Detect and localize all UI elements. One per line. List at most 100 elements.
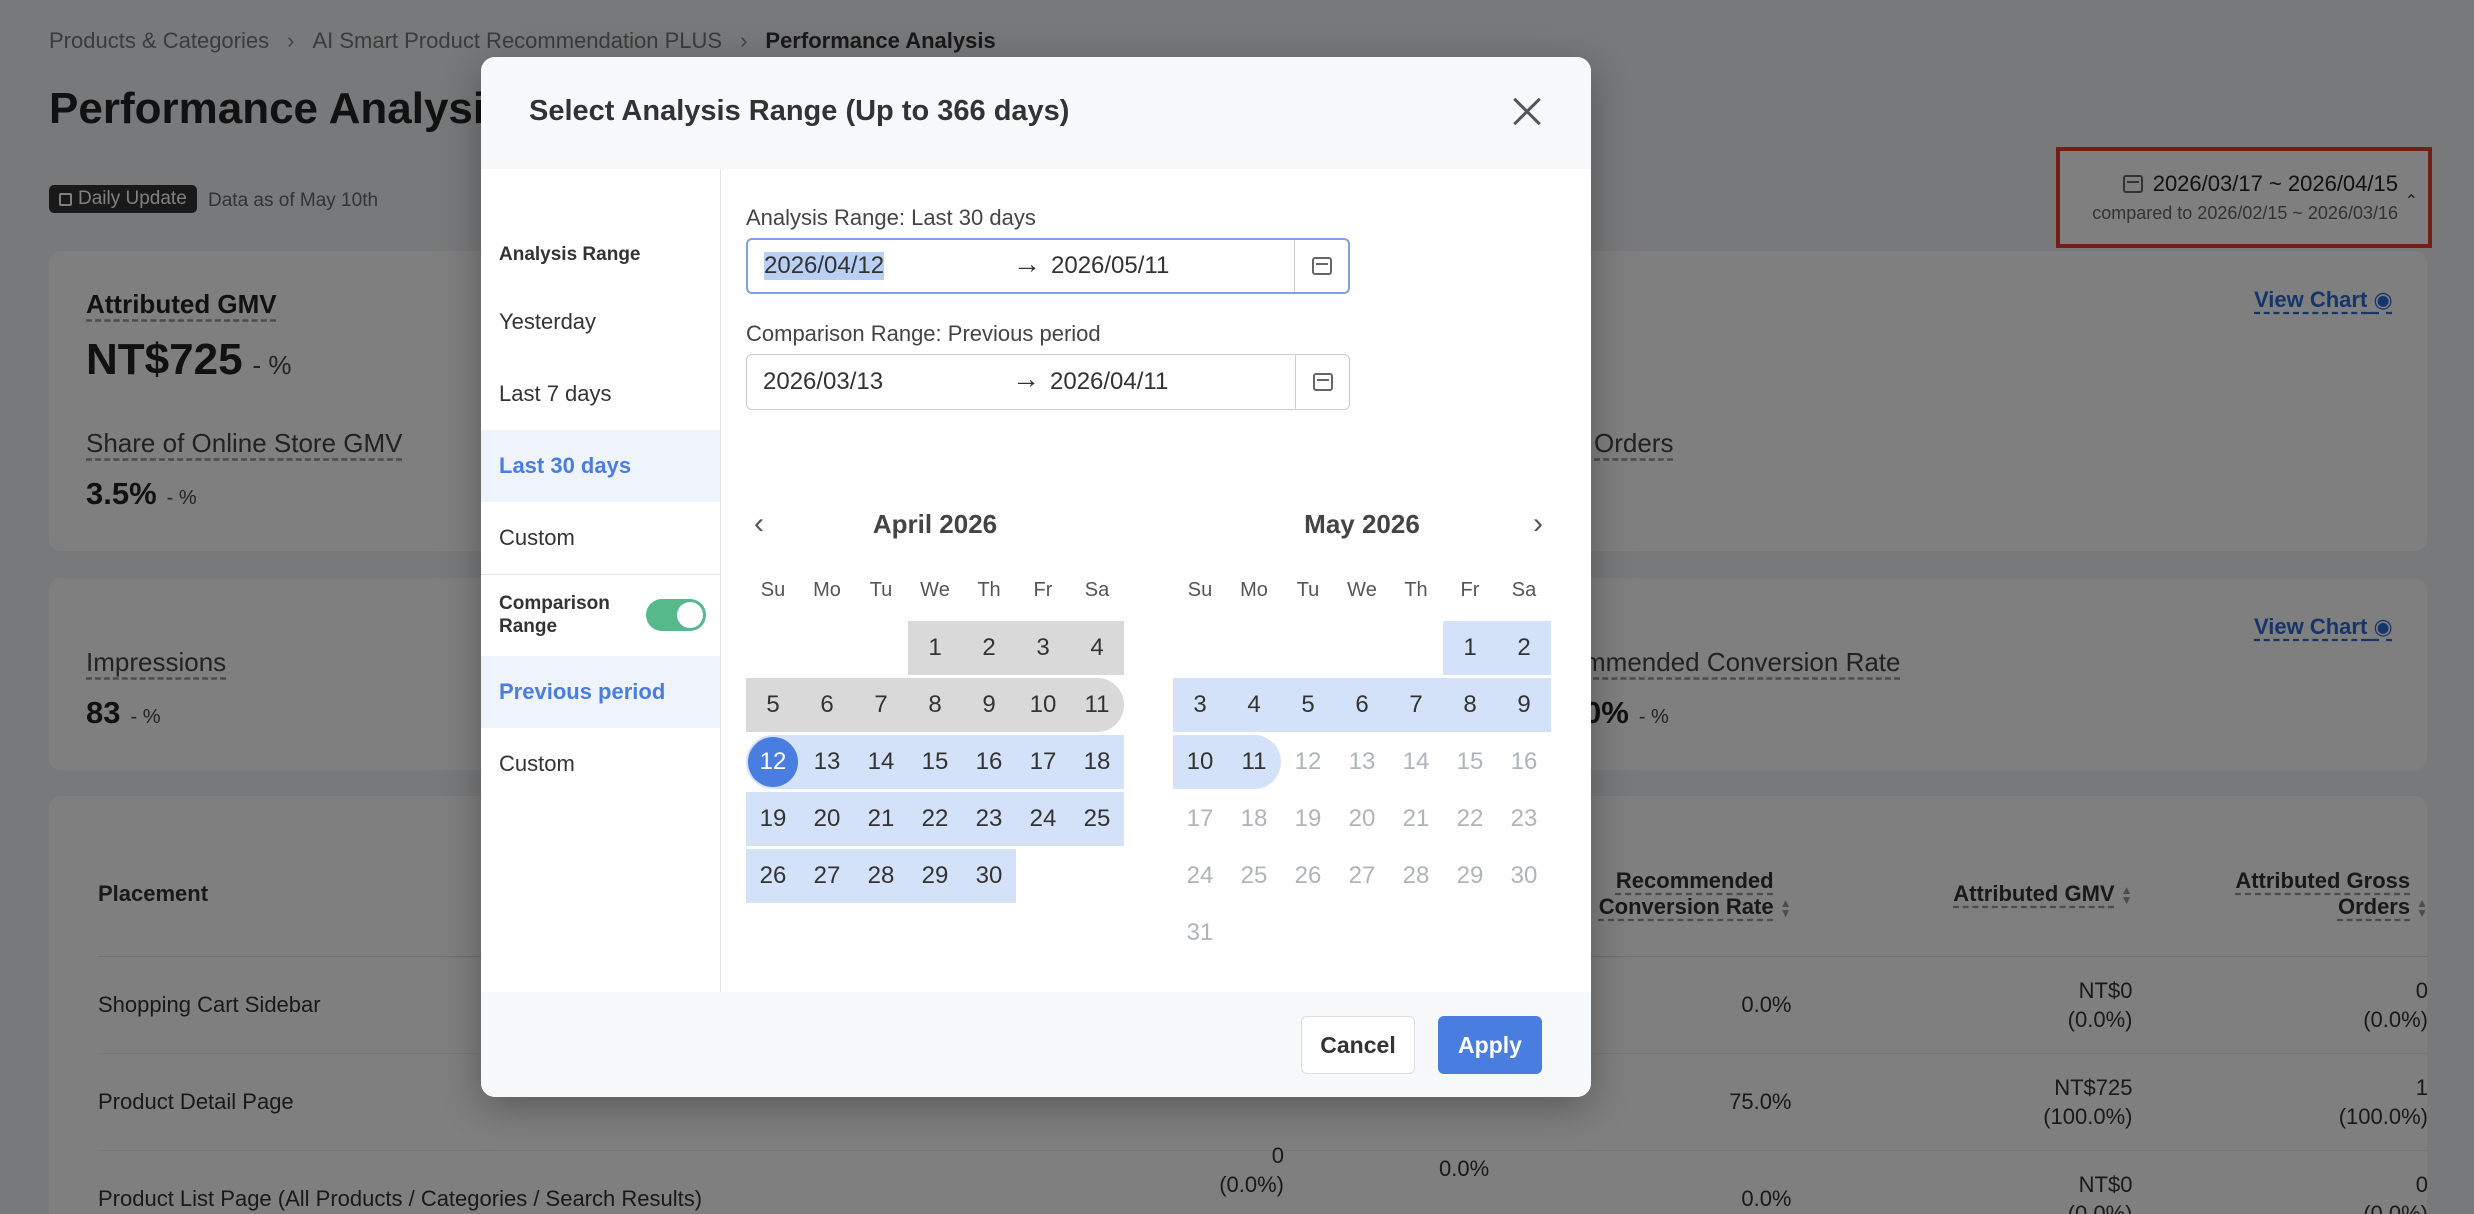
close-icon[interactable] — [1509, 93, 1545, 129]
calendar-day[interactable]: 19 — [1281, 792, 1335, 846]
preset-custom[interactable]: Custom — [481, 502, 720, 574]
calendar-day[interactable]: 1 — [1443, 621, 1497, 675]
calendar-day[interactable]: 24 — [1173, 849, 1227, 903]
calendar-day[interactable]: 25 — [1070, 792, 1124, 846]
analysis-range-heading: Analysis Range — [499, 244, 641, 265]
calendar-day[interactable]: 3 — [1173, 678, 1227, 732]
calendar-day[interactable]: 21 — [1389, 792, 1443, 846]
calendar-day[interactable]: 20 — [1335, 792, 1389, 846]
calendar-day[interactable]: 14 — [1389, 735, 1443, 789]
calendar-day-label: 30 — [1510, 862, 1538, 889]
calendar-day[interactable]: 8 — [1443, 678, 1497, 732]
calendar-day[interactable]: 22 — [908, 792, 962, 846]
calendar-day[interactable]: 27 — [800, 849, 854, 903]
calendar-day-label: 3 — [1193, 691, 1207, 718]
calendar-day[interactable]: 13 — [800, 735, 854, 789]
calendar-day-label: 16 — [975, 748, 1003, 775]
calendar-day[interactable]: 1 — [908, 621, 962, 675]
calendar-day[interactable]: 2 — [1497, 621, 1551, 675]
calendar-day[interactable]: 17 — [1173, 792, 1227, 846]
weekday-label: Th — [1404, 579, 1428, 601]
calendar-day[interactable]: 8 — [908, 678, 962, 732]
calendar-day[interactable]: 6 — [1335, 678, 1389, 732]
calendar-day-label: 31 — [1186, 919, 1214, 946]
calendar-day[interactable]: 4 — [1070, 621, 1124, 675]
calendar-day[interactable]: 29 — [1443, 849, 1497, 903]
calendar-day[interactable]: 20 — [800, 792, 854, 846]
calendar-day[interactable]: 16 — [1497, 735, 1551, 789]
calendar-day[interactable]: 7 — [854, 678, 908, 732]
comparison-range-input[interactable]: 2026/03/13 → 2026/04/11 — [746, 354, 1350, 410]
calendar-day[interactable]: 21 — [854, 792, 908, 846]
analysis-end-date[interactable]: 2026/05/11 — [1051, 252, 1169, 280]
calendar-day[interactable]: 14 — [854, 735, 908, 789]
calendar-day[interactable]: 16 — [962, 735, 1016, 789]
comparison-toggle[interactable] — [646, 599, 706, 631]
calendar-day[interactable]: 10 — [1016, 678, 1070, 732]
calendar-day[interactable]: 19 — [746, 792, 800, 846]
calendar-day[interactable]: 23 — [962, 792, 1016, 846]
calendar-day[interactable]: 27 — [1335, 849, 1389, 903]
calendar-day[interactable]: 7 — [1389, 678, 1443, 732]
calendar-day[interactable]: 2 — [962, 621, 1016, 675]
calendar-day[interactable]: 25 — [1227, 849, 1281, 903]
analysis-start-date[interactable]: 2026/04/12 — [764, 252, 885, 280]
calendar-day[interactable]: 15 — [908, 735, 962, 789]
calendar-day[interactable]: 9 — [1497, 678, 1551, 732]
calendar-day[interactable]: 10 — [1173, 735, 1227, 789]
comparison-custom[interactable]: Custom — [481, 728, 720, 800]
analysis-calendar-button[interactable] — [1294, 240, 1348, 292]
calendar-day[interactable]: 18 — [1070, 735, 1124, 789]
calendar-day[interactable]: 5 — [746, 678, 800, 732]
preset-last-7-days[interactable]: Last 7 days — [481, 358, 720, 430]
calendar-day[interactable]: 22 — [1443, 792, 1497, 846]
toggle-knob — [677, 602, 703, 628]
calendar-day[interactable]: 29 — [908, 849, 962, 903]
calendar-day[interactable]: 24 — [1016, 792, 1070, 846]
calendar-day[interactable]: 9 — [962, 678, 1016, 732]
preset-yesterday[interactable]: Yesterday — [481, 286, 720, 358]
comparison-start-date[interactable]: 2026/03/13 — [763, 368, 883, 396]
calendar-day[interactable]: 3 — [1016, 621, 1070, 675]
weekday-label: Su — [1187, 579, 1213, 601]
date-range-modal: Select Analysis Range (Up to 366 days) A… — [481, 57, 1591, 1097]
calendar-day[interactable]: 18 — [1227, 792, 1281, 846]
calendar-day[interactable]: 26 — [1281, 849, 1335, 903]
calendar-day[interactable]: 31 — [1173, 906, 1227, 960]
weekday-label: Sa — [1511, 579, 1537, 601]
calendar-day-label: 9 — [1517, 691, 1531, 718]
calendar-day[interactable]: 12 — [746, 735, 800, 789]
calendar-day-label: 3 — [1036, 634, 1050, 661]
calendar-day[interactable]: 15 — [1443, 735, 1497, 789]
calendar-day[interactable]: 30 — [962, 849, 1016, 903]
calendar-day-label: 18 — [1083, 748, 1111, 775]
comparison-end-date[interactable]: 2026/04/11 — [1050, 368, 1168, 396]
analysis-range-input[interactable]: 2026/04/12 → 2026/05/11 — [746, 238, 1350, 294]
calendar-icon — [1311, 257, 1332, 275]
calendar-day-label: 22 — [1456, 805, 1484, 832]
calendar-day[interactable]: 28 — [854, 849, 908, 903]
calendar-day[interactable]: 12 — [1281, 735, 1335, 789]
weekday-header: Su Mo Tu We Th Fr Sa — [1173, 579, 1551, 602]
calendar-day[interactable]: 5 — [1281, 678, 1335, 732]
calendar-day[interactable]: 13 — [1335, 735, 1389, 789]
calendar-day[interactable]: 28 — [1389, 849, 1443, 903]
apply-button[interactable]: Apply — [1438, 1016, 1542, 1074]
calendar-day[interactable]: 11 — [1070, 678, 1124, 732]
comparison-previous-period[interactable]: Previous period — [481, 656, 720, 728]
cancel-button[interactable]: Cancel — [1301, 1016, 1415, 1074]
calendar-day-label: 28 — [867, 862, 895, 889]
preset-last-30-days[interactable]: Last 30 days — [481, 430, 720, 502]
calendar-day[interactable]: 26 — [746, 849, 800, 903]
calendar-day[interactable]: 30 — [1497, 849, 1551, 903]
calendar-day[interactable]: 4 — [1227, 678, 1281, 732]
calendar-icon — [1312, 373, 1333, 391]
calendar-day-label: 8 — [1463, 691, 1477, 718]
calendar-day[interactable]: 11 — [1227, 735, 1281, 789]
calendar-day[interactable]: 6 — [800, 678, 854, 732]
calendar-day[interactable]: 23 — [1497, 792, 1551, 846]
calendar-day-label: 14 — [867, 748, 895, 775]
comparison-calendar-button[interactable] — [1295, 355, 1349, 409]
weekday-header: Su Mo Tu We Th Fr Sa — [746, 579, 1124, 602]
calendar-day[interactable]: 17 — [1016, 735, 1070, 789]
